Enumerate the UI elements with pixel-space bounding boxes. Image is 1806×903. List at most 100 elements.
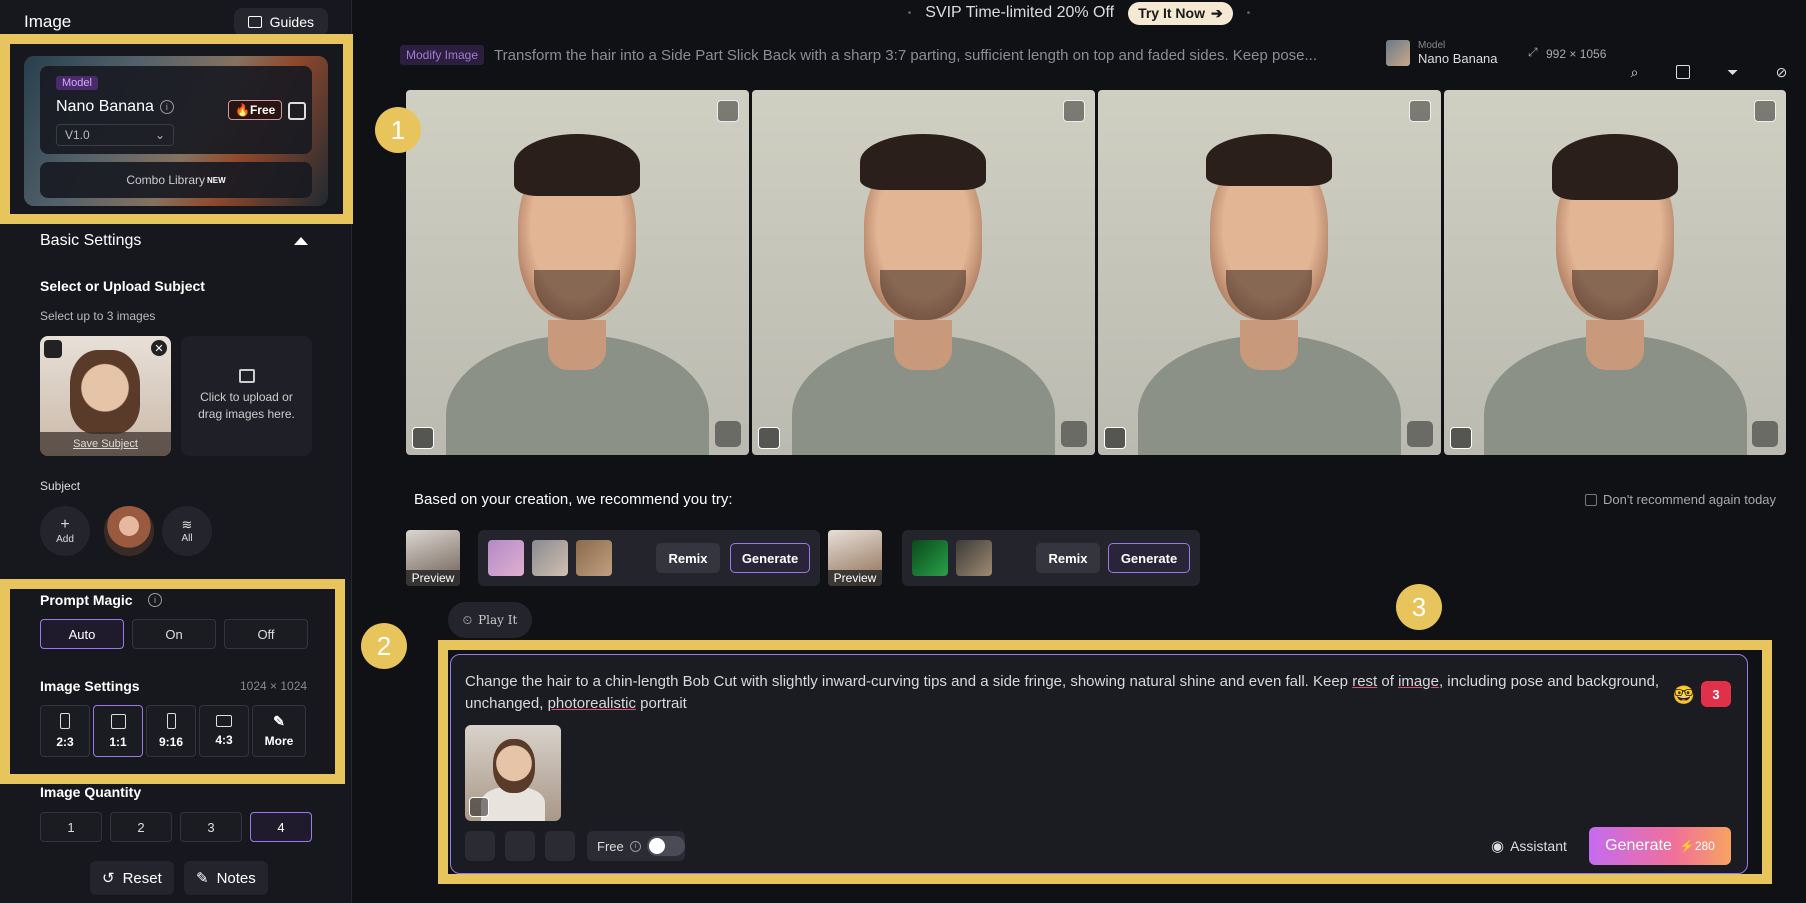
filter-icon[interactable]: ⏷: [1727, 64, 1738, 81]
sidebar: Image Guides Model Nano Banana i 🔥Free V…: [0, 0, 352, 903]
close-icon[interactable]: ✕: [151, 340, 167, 356]
recommend-preview-2[interactable]: Preview: [828, 530, 882, 586]
ratio-1-1[interactable]: 1:1: [93, 705, 143, 757]
all-subjects-button[interactable]: ≋ All: [162, 506, 212, 556]
search-icon[interactable]: ⌕: [1631, 64, 1639, 81]
notes-button[interactable]: ✎ Notes: [184, 861, 268, 895]
ratio-2-3[interactable]: 2:3: [40, 705, 90, 757]
image-upload-icon: [238, 369, 255, 383]
quantity-1[interactable]: 1: [40, 812, 102, 842]
model-value: Nano Banana: [1418, 51, 1498, 66]
brush-icon[interactable]: [1061, 421, 1087, 447]
recommend-preview-1[interactable]: Preview: [406, 530, 460, 586]
combo-library-button[interactable]: Combo Library NEW: [40, 162, 312, 198]
brush-icon[interactable]: [1752, 421, 1778, 447]
assistant-label: Assistant: [1510, 838, 1567, 854]
square-ratio-icon: [110, 713, 126, 729]
generate-recommend-button[interactable]: Generate: [730, 543, 810, 573]
subject-thumbnail[interactable]: [104, 506, 154, 556]
lock-icon[interactable]: [505, 831, 535, 861]
upload-dropzone[interactable]: Click to upload or drag images here.: [181, 336, 312, 456]
brush-icon[interactable]: [715, 421, 741, 447]
ratio-label: 9:16: [158, 735, 184, 749]
all-label: All: [181, 533, 193, 544]
edit-image-icon[interactable]: [412, 427, 434, 449]
prompt-magic-auto[interactable]: Auto: [40, 619, 124, 649]
version-value: V1.0: [65, 128, 90, 142]
basic-settings-title[interactable]: Basic Settings: [40, 232, 141, 250]
result-image-4[interactable]: [1444, 90, 1786, 455]
ratio-label: 1:1: [109, 734, 127, 749]
info-icon[interactable]: i: [159, 100, 174, 114]
guides-button[interactable]: Guides: [233, 8, 328, 36]
free-mode-toggle[interactable]: Free i: [587, 831, 685, 861]
try-it-now-button[interactable]: Try It Now ➔: [1128, 1, 1233, 25]
version-select[interactable]: V1.0 ⌄: [56, 124, 174, 146]
edit-image-icon[interactable]: [758, 427, 780, 449]
add-to-board-icon[interactable]: [1063, 100, 1085, 122]
prompt-editor[interactable]: Change the hair to a chin-length Bob Cut…: [450, 654, 1748, 874]
result-image-1[interactable]: [406, 90, 749, 455]
recommend-thumb: [532, 540, 568, 576]
hide-icon[interactable]: ⊘: [1776, 64, 1788, 81]
ratio-9-16[interactable]: 9:16: [146, 705, 196, 757]
result-image-2[interactable]: [752, 90, 1095, 455]
model-label: Model: [1418, 40, 1446, 51]
play-it-button[interactable]: ⏲ Play It: [448, 602, 532, 638]
toggle-switch[interactable]: [646, 836, 685, 856]
image-icon[interactable]: [469, 797, 489, 817]
annotation-marker-3: 3: [1396, 584, 1442, 630]
quantity-4[interactable]: 4: [250, 812, 312, 842]
prompt-magic-off[interactable]: Off: [224, 619, 308, 649]
add-image-icon[interactable]: [465, 831, 495, 861]
recommend-thumb: [488, 540, 524, 576]
collapse-icon[interactable]: [294, 237, 308, 245]
prompt-magic-title: Prompt Magic: [40, 592, 133, 608]
subject-card[interactable]: ✕ Save Subject: [40, 336, 171, 456]
recommend-thumb: [956, 540, 992, 576]
dont-recommend-checkbox[interactable]: Don't recommend again today: [1585, 492, 1776, 507]
quantity-2[interactable]: 2: [110, 812, 172, 842]
image-toolbar: ⌕ ⏷ ⊘: [1612, 56, 1806, 88]
emoji-icon[interactable]: 🤓: [1673, 685, 1695, 706]
save-subject-link[interactable]: Save Subject: [40, 432, 171, 456]
add-subject-button[interactable]: + Add: [40, 506, 90, 556]
prompt-text[interactable]: Change the hair to a chin-length Bob Cut…: [465, 671, 1675, 715]
ratio-label: 2:3: [56, 735, 74, 749]
assistant-button[interactable]: ◉ Assistant: [1491, 837, 1567, 855]
generate-button[interactable]: Generate ⚡280: [1589, 827, 1731, 865]
dont-recommend-label: Don't recommend again today: [1603, 492, 1777, 507]
edit-subject-icon[interactable]: [44, 340, 62, 358]
model-name: Nano Banana i: [56, 98, 174, 116]
generate-recommend-button[interactable]: Generate: [1108, 543, 1190, 573]
model-card[interactable]: Model Nano Banana i 🔥Free V1.0 ⌄ Combo L…: [24, 56, 328, 206]
quantity-3[interactable]: 3: [180, 812, 242, 842]
result-image-3[interactable]: [1098, 90, 1441, 455]
brush-icon[interactable]: [1407, 421, 1433, 447]
ratio-4-3[interactable]: 4:3: [199, 705, 249, 757]
add-to-board-icon[interactable]: [717, 100, 739, 122]
subject-label: Subject: [40, 479, 81, 493]
task-model: Model Nano Banana: [1386, 40, 1498, 66]
checkbox-icon: [1585, 493, 1597, 506]
info-icon[interactable]: i: [148, 593, 162, 607]
remix-button[interactable]: Remix: [1036, 543, 1100, 573]
prompt-magic-on[interactable]: On: [132, 619, 216, 649]
free-label: Free: [597, 838, 624, 854]
switch-model-icon[interactable]: [288, 102, 306, 120]
edit-image-icon[interactable]: [1450, 427, 1472, 449]
grid-icon[interactable]: [1675, 65, 1690, 79]
add-to-board-icon[interactable]: [1409, 100, 1431, 122]
remix-button[interactable]: Remix: [656, 543, 720, 573]
reference-image[interactable]: [465, 725, 561, 821]
sidebar-header: Image Guides: [0, 0, 352, 44]
cube-icon[interactable]: [545, 831, 575, 861]
ratio-more[interactable]: ✎ More: [252, 705, 306, 757]
task-prompt[interactable]: Transform the hair into a Side Part Slic…: [494, 47, 1317, 64]
ratio-label: More: [264, 734, 294, 748]
reset-button[interactable]: ↺ Reset: [90, 861, 174, 895]
notification-badge[interactable]: 3: [1701, 681, 1731, 707]
edit-image-icon[interactable]: [1104, 427, 1126, 449]
info-icon[interactable]: i: [629, 840, 641, 852]
add-to-board-icon[interactable]: [1754, 100, 1776, 122]
